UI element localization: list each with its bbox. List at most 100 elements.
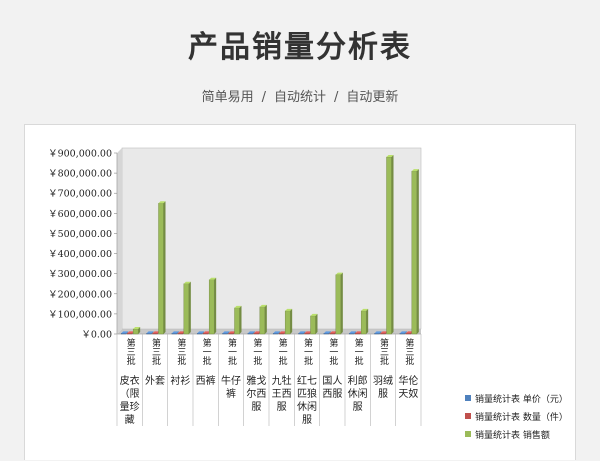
bar [132, 328, 139, 335]
bar [120, 333, 127, 335]
x-tick-name-line: 王西 [272, 389, 292, 400]
bar [196, 333, 203, 335]
x-tick-name-line: 国人 [322, 375, 342, 387]
x-tick-period-label: 第一批 [226, 337, 237, 366]
bar [310, 315, 316, 335]
x-tick-name-label: 利郎休闲服 [348, 374, 368, 413]
x-tick-period-label: 第一批 [277, 337, 288, 366]
x-tick-period-label: 第一批 [251, 337, 261, 366]
y-tick-label: ￥200,000.00 [48, 289, 112, 300]
x-tick-name-line: 西裤 [196, 374, 216, 387]
bar [171, 333, 178, 335]
bar [146, 333, 152, 335]
bar-side [290, 308, 293, 334]
x-tick-name-label: 牛仔裤 [221, 374, 241, 400]
bar [152, 333, 158, 335]
x-tick-name-line: 天奴 [398, 387, 418, 400]
bar [126, 333, 133, 335]
bar-side [188, 281, 191, 334]
bar [158, 203, 164, 335]
x-tick-name-line: 服 [251, 401, 261, 413]
x-tick-period-label: 第三批 [403, 337, 414, 366]
bar [323, 333, 330, 335]
x-tick-name-label: 羽绒服 [373, 374, 393, 400]
x-tick-name-line: 休闲 [297, 400, 317, 413]
legend-label: 销量统计表 单价（元） [475, 394, 568, 405]
bar [202, 333, 209, 335]
x-tick-name-label: 九牡王西服 [272, 374, 292, 413]
bar [329, 333, 336, 335]
x-tick-name-label: 外套 [145, 374, 165, 387]
chart-legend: 销量统计表 单价（元） 销量统计表 数量（件） 销量统计表 销售额 [465, 389, 568, 443]
bar [348, 333, 355, 335]
bar-side [239, 305, 242, 334]
x-tick-name-line: 利郎 [348, 374, 368, 387]
bar [380, 333, 386, 335]
x-tick-name-line: 外套 [145, 374, 165, 387]
x-tick-period-label: 第一批 [302, 337, 313, 366]
bar [354, 333, 361, 335]
y-tick-label: ￥400,000.00 [48, 249, 112, 260]
legend-swatch [465, 431, 471, 437]
x-tick-name-line: 九牡 [272, 374, 292, 387]
bar [374, 333, 380, 335]
legend-item: 销量统计表 单价（元） [465, 389, 568, 407]
bar [304, 333, 310, 335]
x-tick-period-label: 第一批 [201, 337, 212, 366]
bar [228, 333, 234, 335]
y-tick-label: ￥100,000.00 [48, 309, 112, 320]
bar [298, 333, 304, 335]
x-tick-name-line: 服 [302, 414, 312, 426]
x-tick-name-line: 服 [353, 401, 363, 413]
bar [177, 333, 184, 335]
legend-item: 销量统计表 销售额 [465, 425, 568, 443]
legend-item: 销量统计表 数量（件） [465, 407, 568, 425]
bar [386, 156, 392, 335]
x-tick-name-line: 匹狼 [297, 387, 317, 400]
x-tick-name-line: 服 [378, 388, 388, 400]
x-tick-period-label: 第一批 [327, 337, 338, 366]
bar [278, 333, 285, 335]
x-tick-name-line: 衬衫 [170, 374, 190, 387]
x-tick-name-line: 西服 [322, 388, 342, 400]
bar-side [391, 155, 394, 334]
x-tick-name-line: 华伦 [398, 374, 418, 387]
y-tick-label: ￥0.00 [81, 330, 112, 341]
x-tick-name-label: 西裤 [196, 374, 216, 387]
bar-side [163, 201, 166, 334]
bar [399, 333, 406, 335]
x-tick-name-line: 雅戈 [246, 374, 266, 387]
x-tick-name-line: 牛仔 [221, 374, 241, 387]
bar [272, 333, 279, 335]
x-tick-name-line: 尔西 [246, 387, 266, 400]
x-tick-period-label: 第三批 [125, 337, 135, 366]
x-tick-name-line: 皮衣 [120, 374, 140, 387]
x-tick-name-line: 休闲 [348, 387, 368, 400]
y-tick-label: ￥500,000.00 [48, 229, 112, 240]
legend-swatch [465, 413, 471, 419]
x-tick-name-line: 红七 [297, 374, 317, 387]
x-tick-name-label: 衬衫 [170, 374, 190, 387]
y-tick-label: ￥600,000.00 [48, 209, 112, 220]
chart-card: ￥0.00 ￥100,000.00 ￥200,000.00 ￥300,000.00 ￥4… [24, 124, 576, 460]
x-tick-name-line: （限 [120, 388, 140, 400]
y-tick-label: ￥300,000.00 [48, 269, 112, 280]
x-tick-name-label: 国人西服 [322, 375, 342, 400]
bar [234, 307, 240, 335]
bar [411, 170, 418, 335]
legend-label: 销量统计表 销售额 [475, 430, 550, 441]
bar-side [366, 308, 369, 334]
bar [253, 333, 260, 335]
y-tick-label: ￥800,000.00 [48, 169, 112, 180]
bar [259, 306, 266, 335]
x-tick-name-line: 羽绒 [373, 374, 393, 387]
bar-side [214, 277, 217, 334]
bar-side [340, 272, 343, 334]
chart-side-wall [117, 148, 122, 334]
subtitle-separator: / [334, 90, 339, 105]
page-title: 产品销量分析表 [188, 30, 412, 65]
x-tick-name-label: 红七匹狼休闲服 [297, 374, 317, 426]
bar [405, 333, 412, 335]
subtitle-item: 自动更新 [346, 90, 399, 105]
bar [335, 274, 342, 335]
